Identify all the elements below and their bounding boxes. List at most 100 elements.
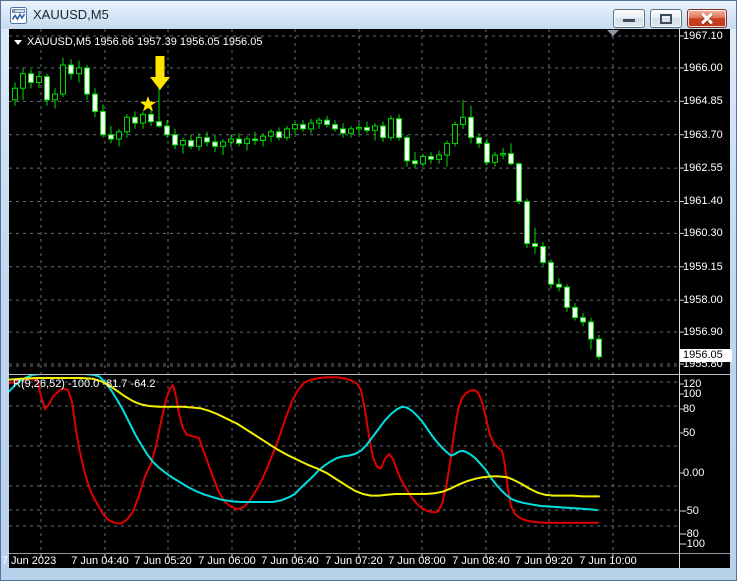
bull-candle xyxy=(180,140,186,146)
bear-candle xyxy=(412,160,418,165)
bear-candle xyxy=(28,73,34,83)
screenshot-stage: XAUUSD,M5 1967.10 1966.00 1964.85 1963.70 19… xyxy=(0,0,737,581)
bull-candle xyxy=(140,113,146,124)
bear-candle xyxy=(188,140,194,147)
bull-candle xyxy=(76,67,82,75)
chart-symbol-period: XAUUSD,M5 xyxy=(27,36,92,48)
price-axis-label: 1967.10 xyxy=(683,30,723,42)
window-controls xyxy=(613,9,727,28)
bull-candle xyxy=(260,135,266,142)
bull-candle xyxy=(12,87,18,101)
bull-candle xyxy=(292,124,298,130)
time-axis-label: 7 Jun 08:40 xyxy=(452,555,510,567)
indicator-axis-label: 80 xyxy=(683,403,696,415)
time-axis-label: 7 Jun 10:00 xyxy=(579,555,637,567)
bear-candle xyxy=(548,261,554,285)
application-window: XAUUSD,M5 1967.10 1966.00 1964.85 1963.70 19… xyxy=(0,0,737,581)
bear-candle xyxy=(100,110,106,136)
time-axis-label: 7 Jun 06:40 xyxy=(261,555,319,567)
minimize-icon xyxy=(623,19,635,22)
time-axis-label: 7 Jun 04:40 xyxy=(71,555,129,567)
chart-window-icon xyxy=(10,7,27,24)
bear-candle xyxy=(236,138,242,144)
indicator-axis-label: -50 xyxy=(683,505,699,517)
bull-candle xyxy=(60,64,66,95)
price-axis-label: 1956.90 xyxy=(683,326,723,339)
time-axis-label: 7 Jun 07:20 xyxy=(325,555,383,567)
bear-candle xyxy=(44,76,50,101)
bear-candle xyxy=(172,134,178,146)
bull-candle xyxy=(452,124,458,144)
bear-candle xyxy=(564,286,570,308)
bear-candle xyxy=(156,121,162,127)
bear-candle xyxy=(340,128,346,134)
indicator-axis-label: 100 xyxy=(683,388,702,400)
bear-candle xyxy=(364,126,370,131)
price-axis-label: 1959.15 xyxy=(683,260,723,273)
price-axis-label: 1961.40 xyxy=(683,195,723,208)
chart-ohlc-values: 1956.66 1957.39 1956.05 1956.05 xyxy=(94,36,263,48)
bull-candle xyxy=(436,154,442,160)
time-axis-label: 7 Jun 06:00 xyxy=(198,555,256,567)
indicator-label: R(9,26,52) -100.0 -81.7 -64.2 xyxy=(13,378,156,390)
bear-candle xyxy=(404,137,410,162)
bear-candle xyxy=(84,67,90,95)
bull-candle xyxy=(244,138,250,144)
bull-candle xyxy=(228,138,234,143)
bull-candle xyxy=(348,128,354,134)
time-axis-label: 7 Jun 05:20 xyxy=(134,555,192,567)
bull-candle xyxy=(420,155,426,165)
bull-candle xyxy=(444,142,450,156)
bull-candle xyxy=(492,154,498,163)
minimize-button[interactable] xyxy=(613,9,645,28)
price-axis-label: 1960.30 xyxy=(683,227,723,240)
bull-candle xyxy=(372,125,378,131)
bear-candle xyxy=(428,155,434,160)
bull-candle xyxy=(308,122,314,130)
bear-candle xyxy=(148,113,154,123)
title-bar[interactable]: XAUUSD,M5 xyxy=(1,1,736,29)
bear-candle xyxy=(588,321,594,340)
bear-candle xyxy=(252,138,258,142)
bear-candle xyxy=(204,137,210,143)
time-axis-label: 7 Jun 2023 xyxy=(1,555,57,567)
time-axis-label: 7 Jun 09:20 xyxy=(515,555,573,567)
bear-candle xyxy=(324,119,330,126)
window-title: XAUUSD,M5 xyxy=(33,7,109,22)
chart-area[interactable]: 1967.10 1966.00 1964.85 1963.70 1962.55 1961.… xyxy=(2,29,732,568)
bear-candle xyxy=(596,338,602,358)
bull-candle xyxy=(196,137,202,147)
bull-candle xyxy=(356,126,362,130)
bull-candle xyxy=(124,116,130,133)
chart-menu-arrow-icon[interactable] xyxy=(14,40,22,45)
bear-candle xyxy=(108,134,114,140)
maximize-button[interactable] xyxy=(650,9,682,28)
chart-canvas[interactable] xyxy=(9,29,730,568)
bear-candle xyxy=(68,64,74,75)
bear-candle xyxy=(484,142,490,163)
price-axis-label: 1962.55 xyxy=(683,162,723,175)
bear-candle xyxy=(212,141,218,147)
bear-candle xyxy=(92,93,98,112)
bear-candle xyxy=(476,137,482,144)
indicator-values: -100.0 -81.7 -64.2 xyxy=(68,378,156,390)
bull-candle xyxy=(388,118,394,139)
bear-candle xyxy=(580,317,586,323)
bull-candle xyxy=(52,93,58,101)
bear-candle xyxy=(508,153,514,165)
bull-candle xyxy=(460,116,466,126)
current-price-box: 1956.05 xyxy=(680,349,732,362)
bear-candle xyxy=(332,124,338,130)
bull-candle xyxy=(220,141,226,147)
bull-candle xyxy=(268,131,274,137)
indicator-axis-label: 50 xyxy=(683,427,696,439)
indicator-axis-label: 0.00 xyxy=(683,467,705,479)
bear-candle xyxy=(532,243,538,247)
close-icon xyxy=(700,12,714,25)
close-button[interactable] xyxy=(687,9,727,28)
bull-candle xyxy=(36,76,42,83)
bear-candle xyxy=(540,245,546,263)
bear-candle xyxy=(164,125,170,136)
bear-candle xyxy=(556,283,562,288)
bear-candle xyxy=(572,306,578,319)
